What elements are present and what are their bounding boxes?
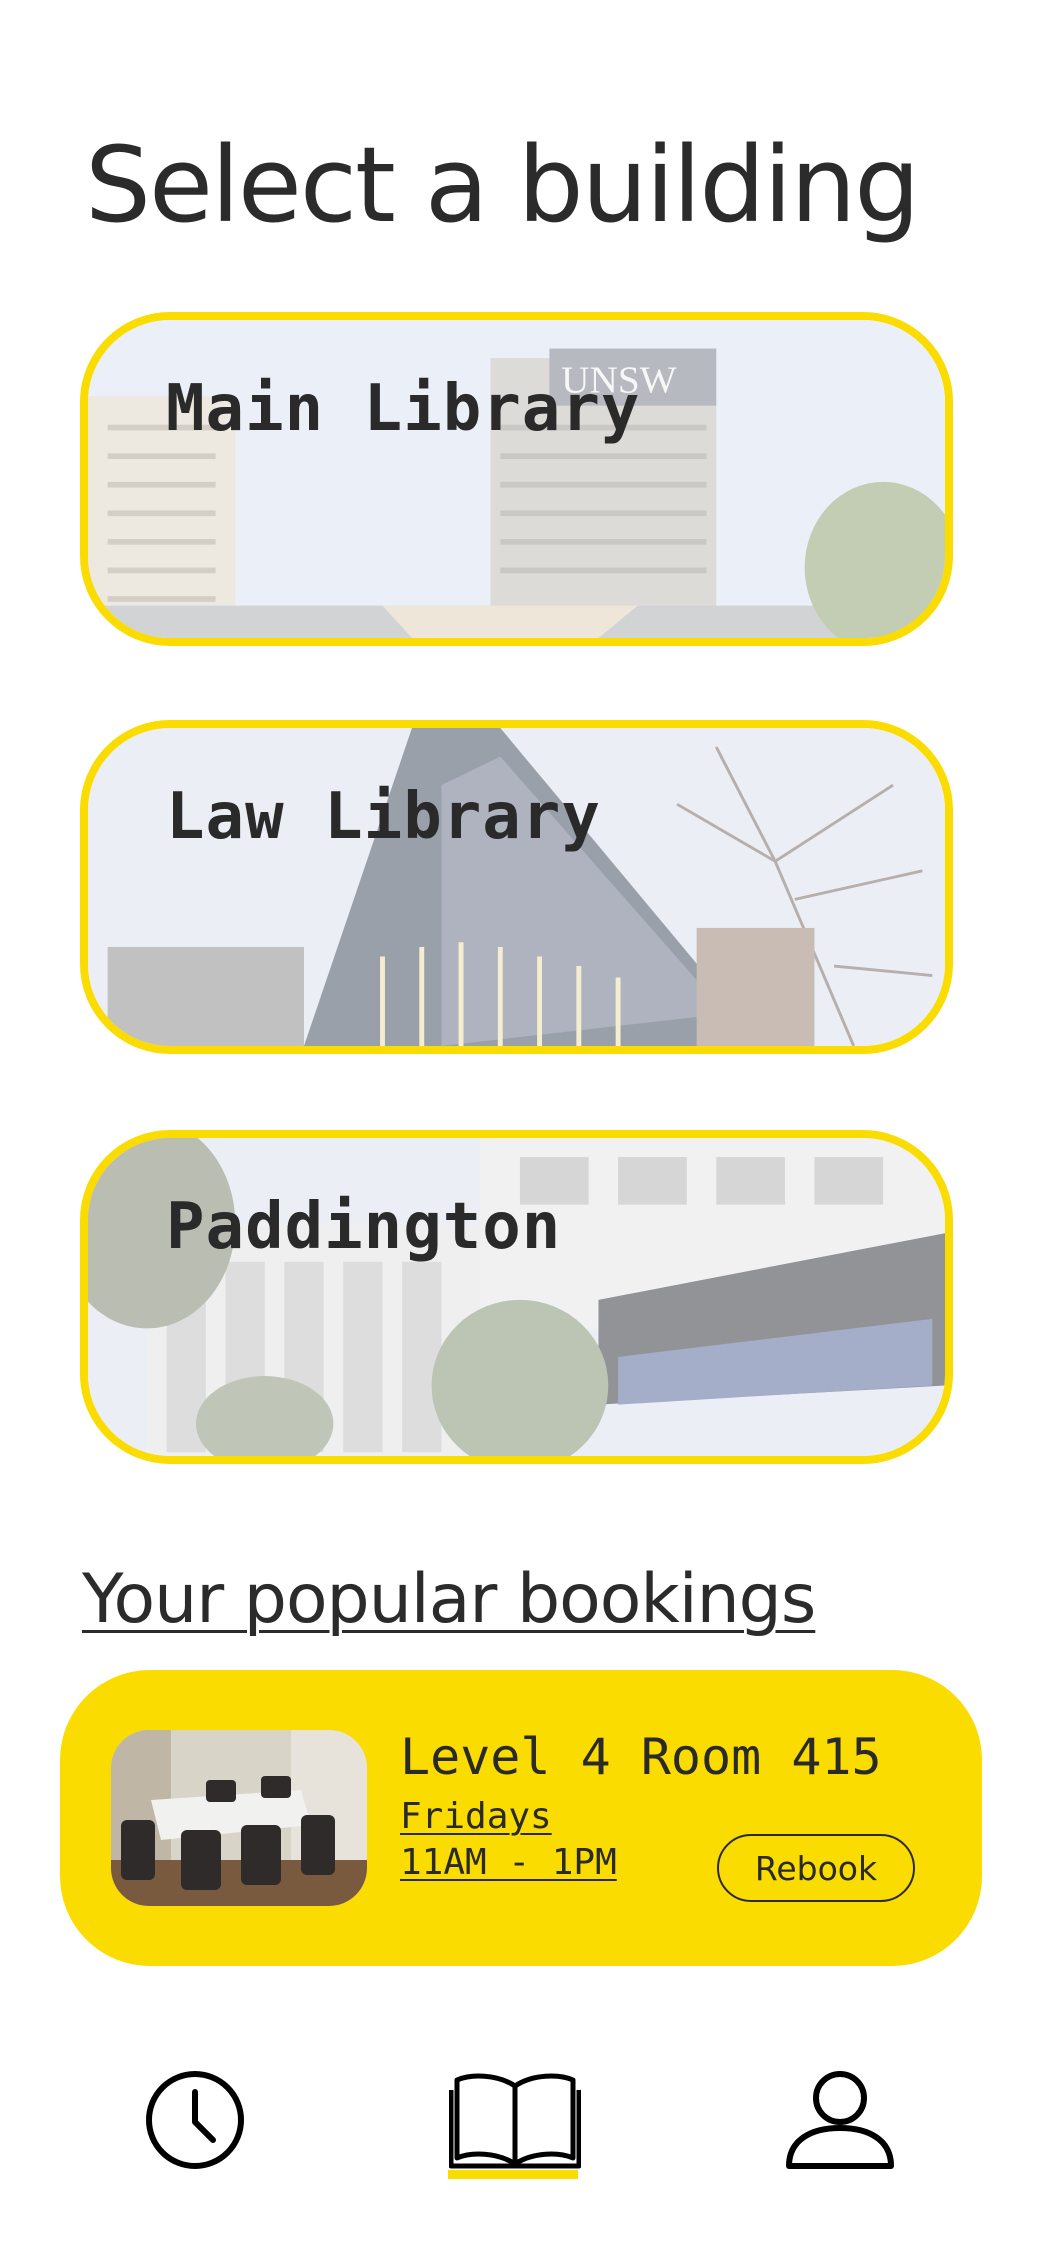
building-card-law-library[interactable]: Law Library: [80, 720, 953, 1054]
clock-icon: [146, 2071, 244, 2169]
building-name: Main Library: [166, 372, 641, 446]
building-name: Paddington: [166, 1190, 562, 1264]
rebook-button[interactable]: Rebook: [717, 1834, 915, 1902]
nav-item-book[interactable]: [445, 2050, 585, 2190]
nav-active-indicator: [448, 2170, 578, 2179]
nav-item-profile[interactable]: [770, 2050, 910, 2190]
booking-time[interactable]: 11AM - 1PM: [400, 1842, 617, 1883]
building-card-main-library[interactable]: UNSW Main Library: [80, 312, 953, 646]
book-open-icon: [449, 2073, 581, 2169]
booking-room: Level 4 Room 415: [400, 1728, 882, 1786]
bottom-nav: [0, 2040, 1042, 2220]
booking-card[interactable]: Level 4 Room 415 Fridays 11AM - 1PM Rebo…: [60, 1670, 982, 1966]
building-select-screen: Select a building UNSW Main Library Law …: [0, 0, 1042, 2256]
building-card-paddington[interactable]: Paddington: [80, 1130, 953, 1464]
page-title: Select a building: [85, 124, 920, 246]
popular-bookings-heading[interactable]: Your popular bookings: [82, 1560, 816, 1639]
nav-item-history[interactable]: [125, 2050, 265, 2190]
user-icon: [786, 2071, 894, 2169]
room-photo: [111, 1730, 367, 1906]
building-name: Law Library: [166, 780, 601, 854]
booking-day[interactable]: Fridays: [400, 1796, 552, 1837]
